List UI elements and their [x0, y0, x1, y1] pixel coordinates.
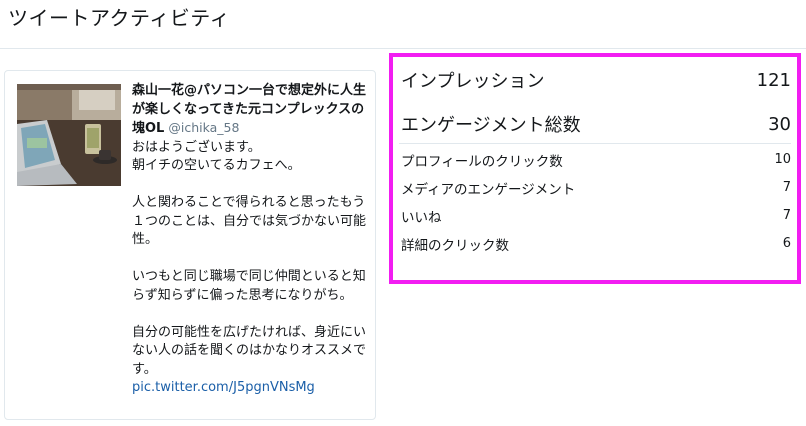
detail-label: メディアのエンゲージメント — [401, 182, 576, 198]
impressions-value: 121 — [756, 69, 791, 91]
metrics-divider — [399, 143, 791, 144]
page-title: ツイートアクティビティ — [8, 6, 231, 30]
impressions-label: インプレッション — [401, 71, 545, 92]
engagements-label: エンゲージメント総数 — [401, 115, 581, 136]
detail-row-profile-clicks: プロフィールのクリック数 10 — [401, 152, 791, 172]
title-divider — [0, 48, 806, 49]
cafe-laptop-photo — [17, 84, 121, 186]
detail-row-likes: いいね 7 — [401, 208, 791, 228]
detail-row-detail-expands: 詳細のクリック数 6 — [401, 236, 791, 256]
detail-label: プロフィールのクリック数 — [401, 154, 563, 170]
engagements-value: 30 — [768, 113, 791, 135]
tweet-text: おはようございます。 朝イチの空いてるカフェへ。 人と関わることで得られると思っ… — [132, 139, 367, 377]
detail-label: 詳細のクリック数 — [401, 238, 509, 254]
tweet-author-handle[interactable]: @ichika_58 — [168, 120, 239, 135]
detail-value: 7 — [782, 208, 791, 223]
tweet-photo-thumbnail[interactable] — [17, 84, 121, 186]
tweet-card[interactable]: 森山一花@パソコン一台で想定外に人生が楽しくなってきた元コンプレックスの塊OL @… — [4, 70, 376, 420]
detail-value: 6 — [782, 236, 791, 251]
tweet-body: 森山一花@パソコン一台で想定外に人生が楽しくなってきた元コンプレックスの塊OL @… — [132, 82, 372, 398]
engagements-row: エンゲージメント総数 30 — [401, 110, 791, 138]
metrics-panel: インプレッション 121 エンゲージメント総数 30 プロフィールのクリック数 … — [389, 53, 801, 284]
impressions-row: インプレッション 121 — [401, 66, 791, 94]
tweet-media-link[interactable]: pic.twitter.com/J5pgnVNsMg — [132, 379, 372, 398]
detail-value: 10 — [774, 152, 791, 167]
detail-row-media-engagements: メディアのエンゲージメント 7 — [401, 180, 791, 200]
detail-value: 7 — [782, 180, 791, 195]
detail-label: いいね — [401, 210, 442, 226]
